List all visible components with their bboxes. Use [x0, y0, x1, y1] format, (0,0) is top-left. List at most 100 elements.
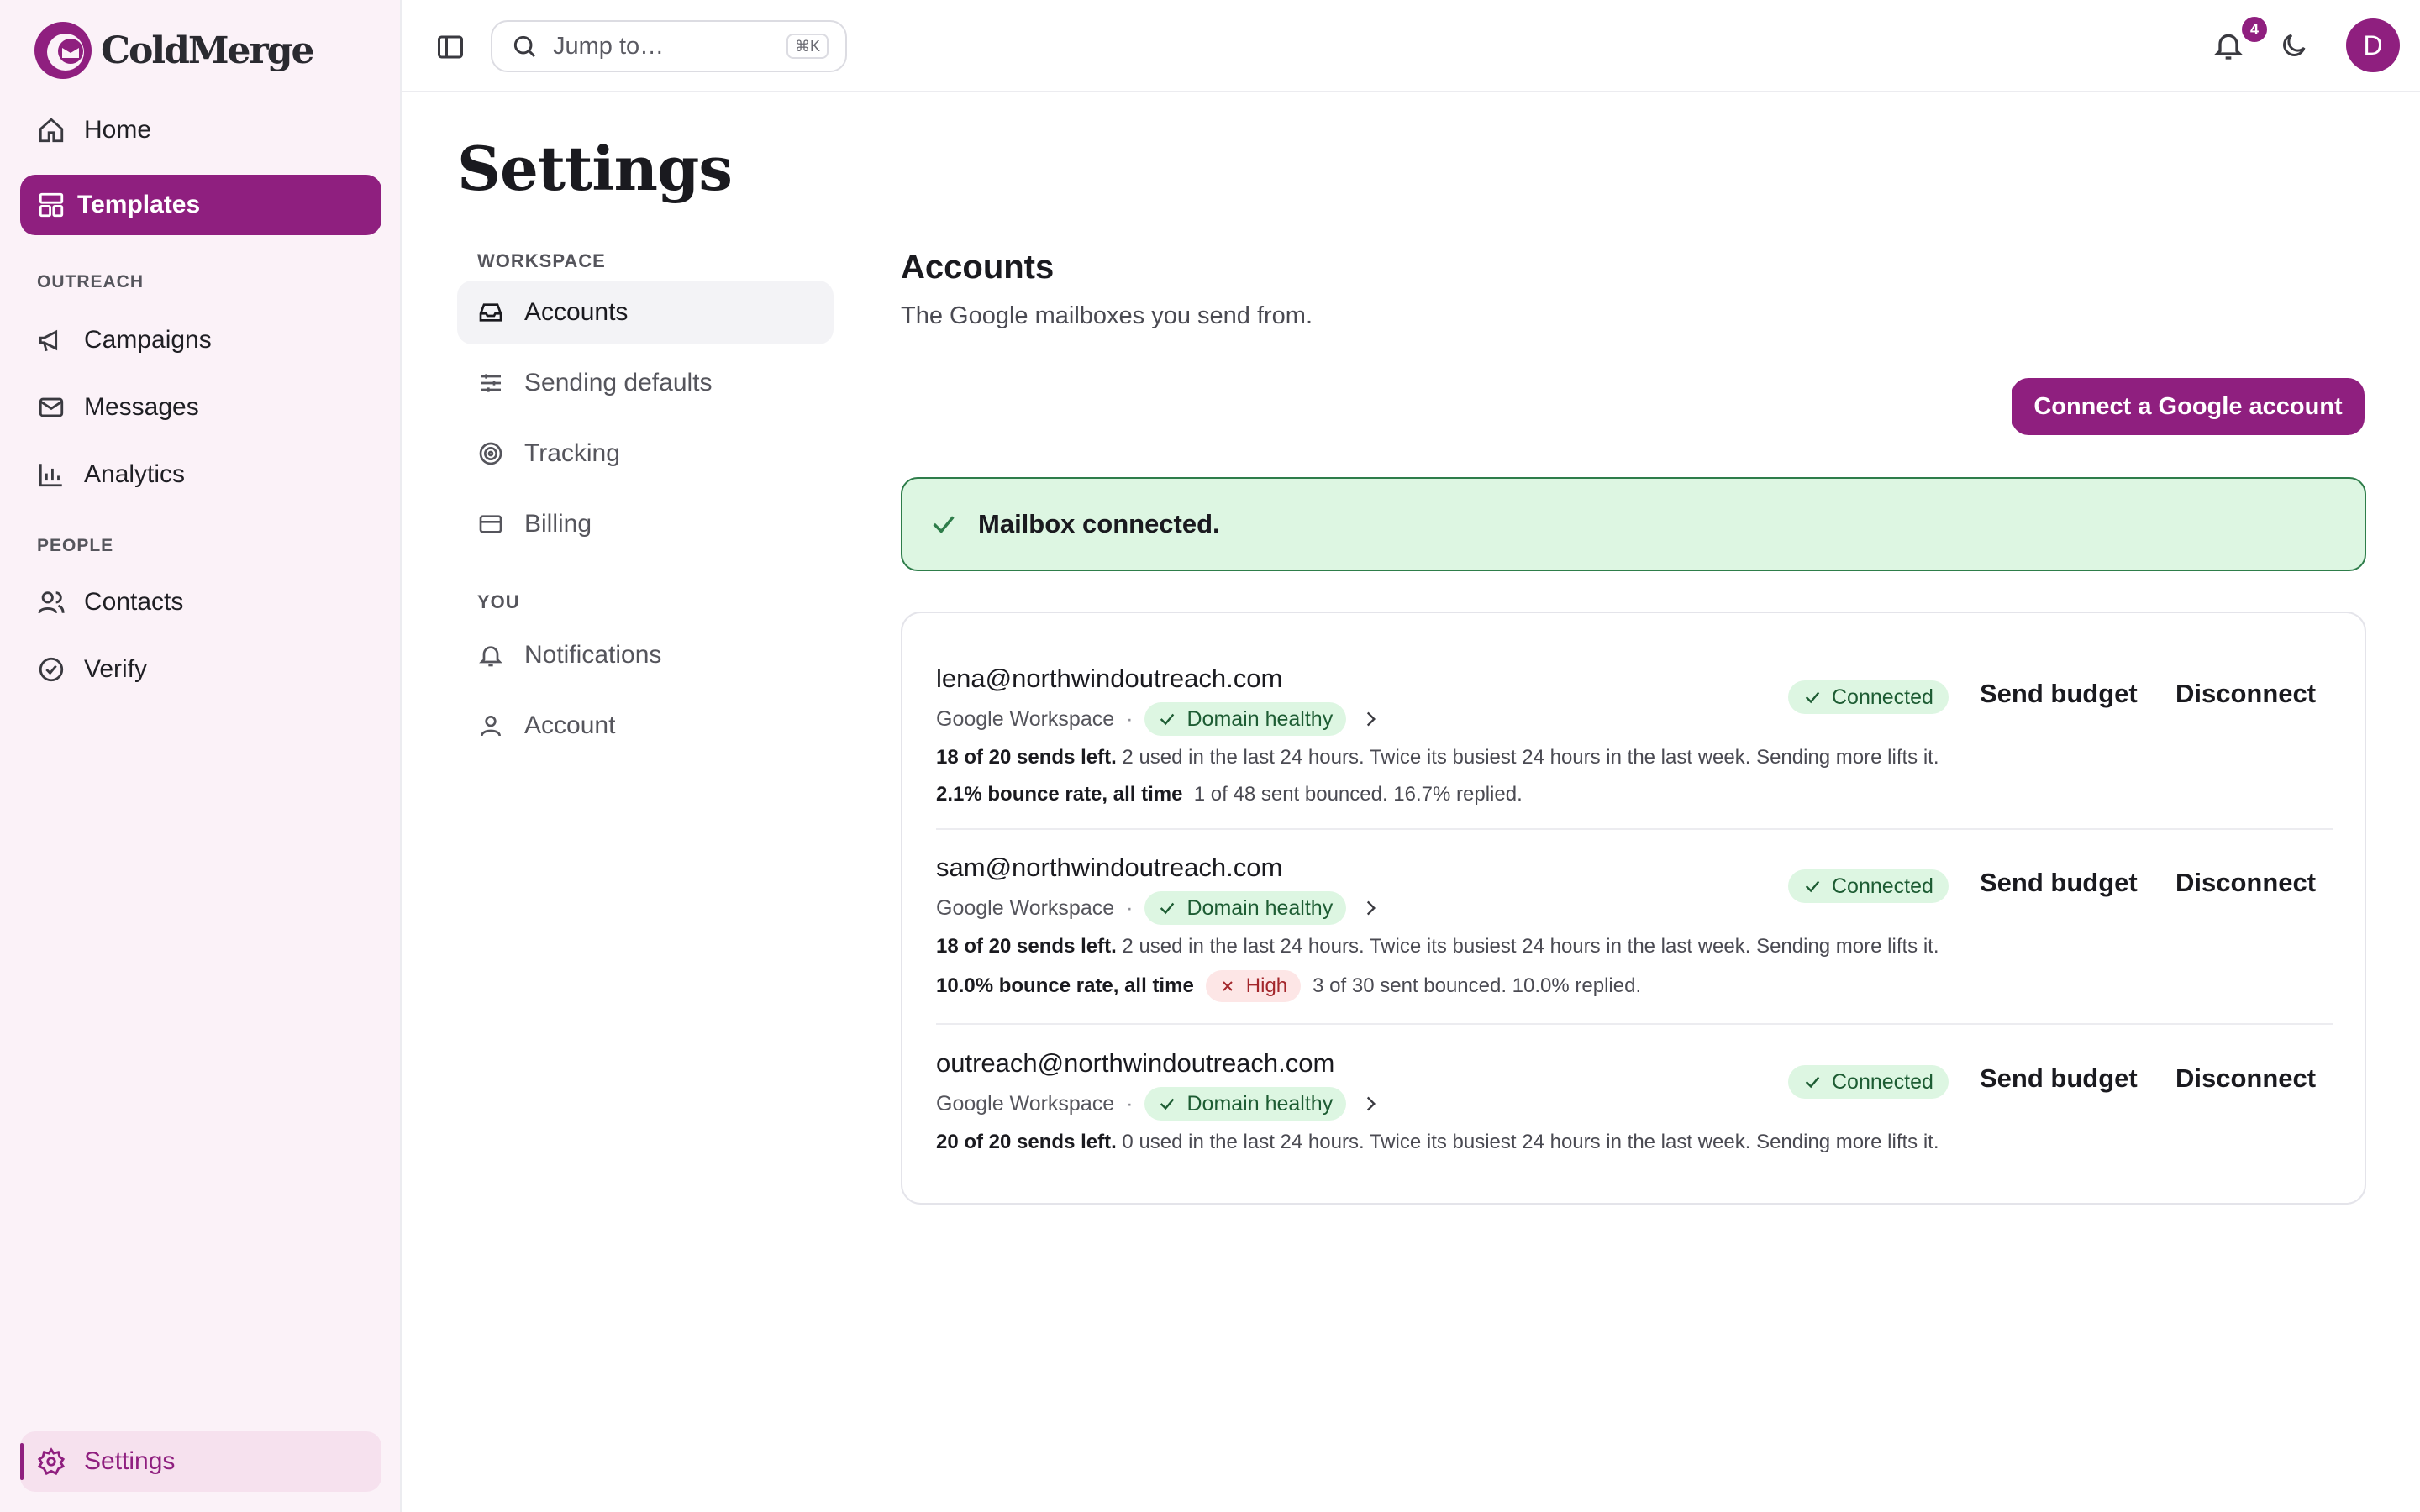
brand-name: ColdMerge: [101, 29, 314, 72]
status-label: Connected: [1832, 685, 1933, 709]
settings-nav-account-label: Account: [524, 711, 616, 739]
check-icon: [1805, 691, 1820, 704]
shortcut-hint: ⌘K: [786, 34, 829, 59]
settings-nav-accounts-label: Accounts: [524, 298, 629, 326]
megaphone-icon: [39, 329, 58, 352]
bell-icon: [479, 646, 502, 667]
status-label: Connected: [1832, 874, 1933, 898]
mail-icon: [39, 397, 64, 417]
bell-icon[interactable]: [2212, 29, 2245, 62]
nav-contacts[interactable]: Contacts: [20, 572, 381, 633]
home-icon: [39, 118, 64, 143]
verified-badge-icon: [39, 657, 64, 682]
settings-nav-billing-label: Billing: [524, 510, 592, 538]
nav-section-outreach: OUTREACH: [37, 272, 144, 291]
settings-nav-accounts[interactable]: Accounts: [457, 281, 834, 344]
status-label: Connected: [1832, 1069, 1933, 1094]
send-budget-button[interactable]: Send budget: [1980, 679, 2138, 709]
nav-settings-label: Settings: [84, 1447, 176, 1475]
account-meta: Google Workspace · Domain healthy: [936, 891, 1381, 925]
nav-campaigns-label: Campaigns: [84, 326, 212, 354]
nav-messages[interactable]: Messages: [20, 377, 381, 438]
nav-analytics[interactable]: Analytics: [20, 444, 381, 505]
bounce-line: 2.1% bounce rate, all time 1 of 48 sent …: [936, 783, 1523, 806]
jump-to-search[interactable]: Jump to… ⌘K: [491, 20, 847, 72]
moon-icon[interactable]: [2279, 30, 2309, 60]
bounce-warning-label: High: [1245, 974, 1288, 997]
disconnect-button[interactable]: Disconnect: [2175, 1063, 2316, 1094]
bounce-detail: 1 of 48 sent bounced. 16.7% replied.: [1193, 783, 1523, 806]
settings-nav-sending-defaults-label: Sending defaults: [524, 369, 713, 396]
settings-nav-tracking[interactable]: Tracking: [457, 422, 834, 486]
nav-verify[interactable]: Verify: [20, 639, 381, 700]
nav-settings[interactable]: Settings: [20, 1431, 381, 1492]
settings-nav-notifications-label: Notifications: [524, 641, 662, 669]
nav-campaigns[interactable]: Campaigns: [20, 310, 381, 370]
domain-health-badge[interactable]: Domain healthy: [1144, 1087, 1347, 1121]
connect-google-account-button[interactable]: Connect a Google account: [2012, 378, 2365, 435]
nav-templates[interactable]: Templates: [20, 175, 381, 235]
sends-left-line: 20 of 20 sends left. 0 used in the last …: [936, 1131, 1939, 1154]
search-placeholder: Jump to…: [553, 32, 665, 60]
settings-nav-billing[interactable]: Billing: [457, 492, 834, 556]
chevron-right-icon[interactable]: [1360, 708, 1381, 730]
settings-section-you: YOU: [477, 591, 520, 612]
disconnect-button[interactable]: Disconnect: [2175, 679, 2316, 709]
status-badge: Connected: [1788, 1065, 1949, 1099]
domain-health-label: Domain healthy: [1186, 895, 1334, 920]
sends-left-line: 18 of 20 sends left. 2 used in the last …: [936, 935, 1939, 958]
domain-health-badge[interactable]: Domain healthy: [1144, 891, 1347, 925]
nav-home-label: Home: [84, 116, 152, 144]
settings-nav-sending-defaults[interactable]: Sending defaults: [457, 351, 834, 415]
success-alert: Mailbox connected.: [901, 477, 2366, 571]
sends-detail: 2 used in the last 24 hours. Twice its b…: [1122, 935, 1939, 958]
domain-health-label: Domain healthy: [1186, 706, 1334, 731]
send-budget-button[interactable]: Send budget: [1980, 868, 2138, 898]
send-budget-button[interactable]: Send budget: [1980, 1063, 2138, 1094]
close-icon: [1223, 981, 1233, 991]
gear-icon: [37, 1447, 66, 1476]
sidebar-toggle-icon[interactable]: [435, 32, 466, 62]
chevron-right-icon[interactable]: [1360, 897, 1381, 919]
nav-templates-label: Templates: [77, 191, 201, 218]
settings-nav-notifications[interactable]: Notifications: [457, 623, 834, 687]
settings-nav-account[interactable]: Account: [457, 694, 834, 758]
check-icon: [1160, 902, 1175, 915]
row-divider: [936, 828, 2333, 830]
chevron-right-icon[interactable]: [1360, 1093, 1381, 1115]
bounce-detail: 3 of 30 sent bounced. 10.0% replied.: [1313, 974, 1642, 997]
account-email: sam@northwindoutreach.com: [936, 853, 1283, 882]
check-icon: [1160, 713, 1175, 726]
account-provider: Google Workspace: [936, 706, 1115, 731]
brand-logo[interactable]: ColdMerge: [32, 18, 314, 82]
nav-contacts-label: Contacts: [84, 588, 184, 616]
sends-left-line: 18 of 20 sends left. 2 used in the last …: [936, 746, 1939, 769]
account-meta: Google Workspace · Domain healthy: [936, 702, 1381, 736]
coldmerge-logo-icon: [34, 22, 92, 79]
sends-left: 18 of 20 sends left.: [936, 746, 1117, 769]
domain-health-badge[interactable]: Domain healthy: [1144, 702, 1347, 736]
nav-section-people: PEOPLE: [37, 536, 114, 555]
account-email: outreach@northwindoutreach.com: [936, 1048, 1335, 1078]
active-indicator: [20, 1443, 24, 1480]
notification-badge: 4: [2242, 17, 2267, 42]
success-alert-text: Mailbox connected.: [978, 509, 1220, 538]
accounts-list: lena@northwindoutreach.com Google Worksp…: [901, 612, 2366, 1205]
account-meta: Google Workspace · Domain healthy: [936, 1087, 1381, 1121]
topbar: Jump to… ⌘K 4 D: [402, 0, 2420, 92]
sends-left: 18 of 20 sends left.: [936, 935, 1117, 958]
disconnect-button[interactable]: Disconnect: [2175, 868, 2316, 898]
nav-analytics-label: Analytics: [84, 460, 186, 488]
settings-nav-tracking-label: Tracking: [524, 439, 620, 467]
credit-card-icon: [479, 515, 502, 533]
check-icon: [1160, 1098, 1175, 1110]
avatar[interactable]: D: [2346, 18, 2400, 72]
user-icon: [481, 716, 501, 737]
sends-detail: 2 used in the last 24 hours. Twice its b…: [1122, 746, 1939, 769]
inbox-icon: [479, 303, 502, 322]
separator-dot: ·: [1126, 895, 1134, 920]
accounts-description: The Google mailboxes you send from.: [901, 302, 1313, 329]
sliders-icon: [481, 374, 501, 392]
check-icon: [1805, 1076, 1820, 1089]
nav-home[interactable]: Home: [20, 100, 381, 160]
